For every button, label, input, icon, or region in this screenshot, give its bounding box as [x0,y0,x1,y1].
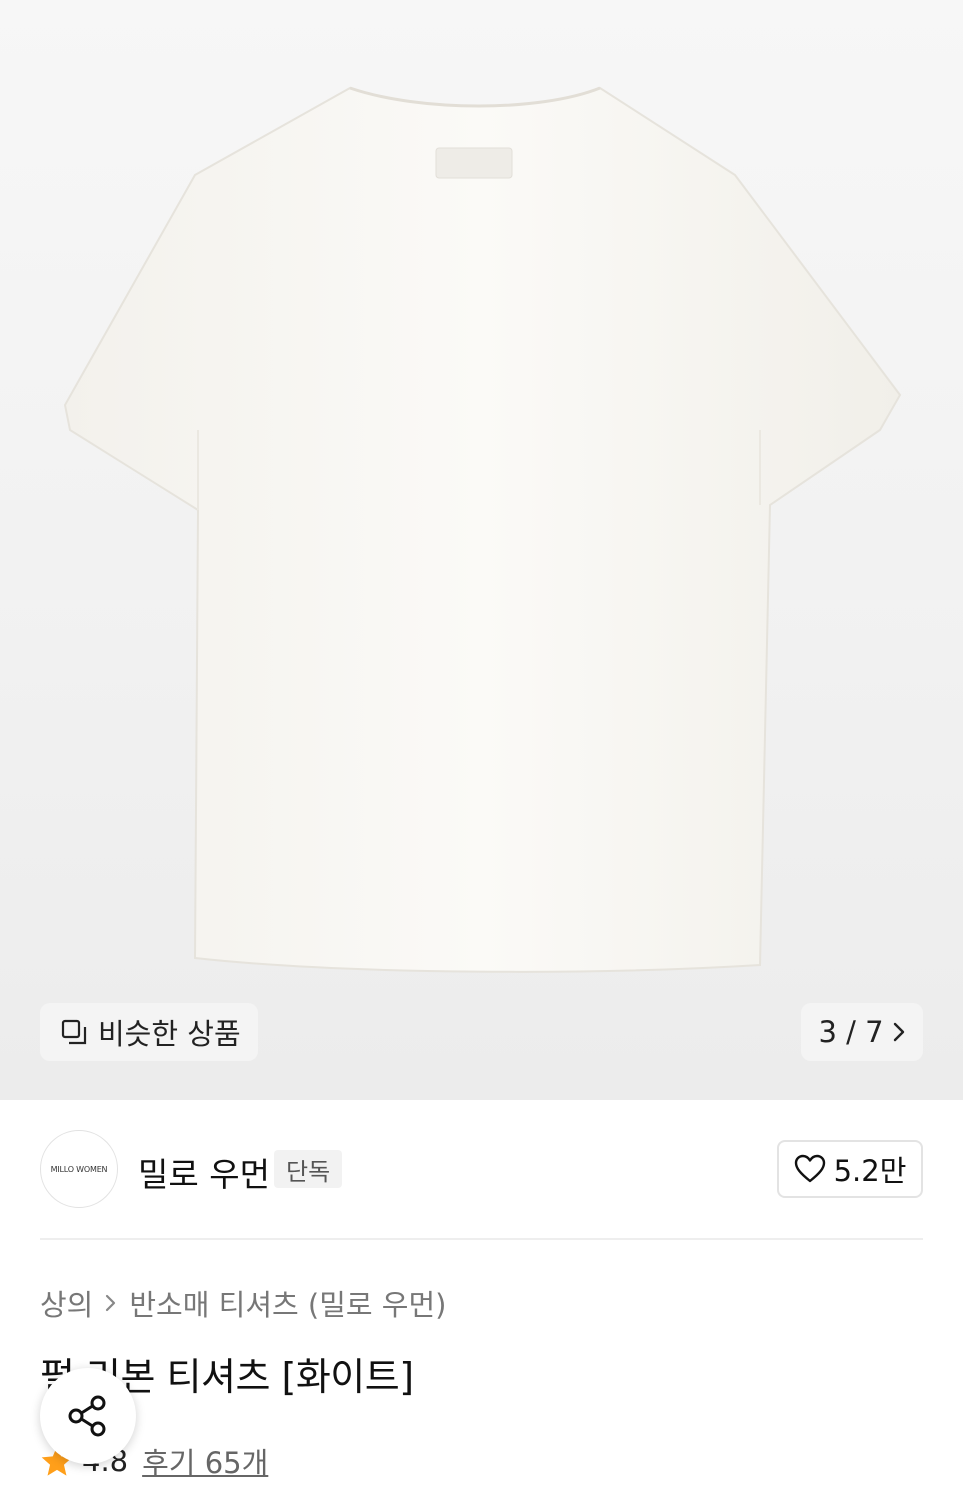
product-image [63,86,902,973]
exclusive-badge: 단독 [274,1150,343,1188]
image-counter-button[interactable]: 3 / 7 [801,1003,923,1061]
chevron-right-icon [893,1022,904,1042]
product-image-gallery[interactable]: 비슷한 상품 3 / 7 [0,0,963,1100]
breadcrumb-subcategory[interactable]: 반소매 티셔츠 (밀로 우먼) [129,1282,446,1324]
reviews-link[interactable]: 후기 65개 [142,1440,268,1482]
brand-logo[interactable]: MILLO WOMEN [40,1130,118,1208]
like-count: 5.2만 [833,1154,907,1188]
similar-items-label: 비슷한 상품 [98,1017,241,1051]
brand-logo-text: MILLO WOMEN [50,1164,108,1174]
image-counter: 3 / 7 [818,1015,884,1049]
breadcrumb-category[interactable]: 상의 [40,1282,93,1324]
brand-like-button[interactable]: 5.2만 [777,1140,923,1198]
heart-icon [794,1154,825,1183]
divider [40,1238,923,1240]
brand-name[interactable]: 밀로 우먼 [138,1148,270,1196]
similar-items-icon [61,1019,87,1045]
breadcrumb: 상의 반소매 티셔츠 (밀로 우먼) [40,1282,446,1324]
share-button[interactable] [40,1368,136,1464]
share-icon [68,1395,106,1437]
similar-items-button[interactable]: 비슷한 상품 [40,1003,258,1061]
chevron-right-icon [106,1294,116,1312]
brand-row: MILLO WOMEN 밀로 우먼 단독 5.2만 [0,1100,963,1240]
